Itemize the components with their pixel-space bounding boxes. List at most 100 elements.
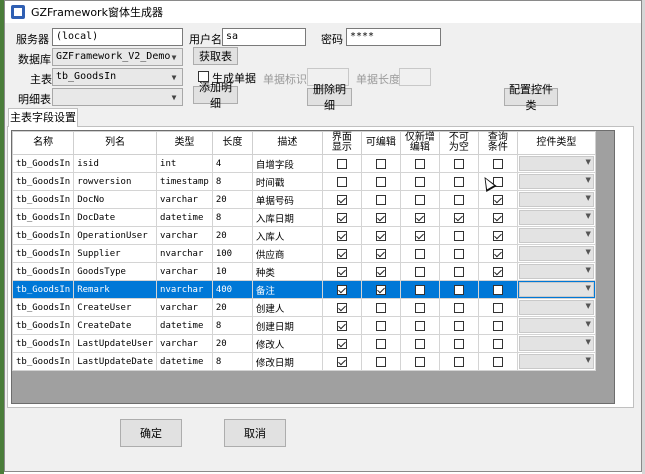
cell-name[interactable]: tb_GoodsIn [12,316,75,335]
cell-desc[interactable]: 时间戳 [251,172,323,191]
checked-checkbox[interactable] [375,284,386,295]
grid-header-cell[interactable]: 仅新增 编辑 [399,131,440,155]
checked-checkbox[interactable] [336,212,347,223]
cell-type[interactable]: nvarchar [156,280,213,299]
unchecked-checkbox[interactable] [414,356,425,367]
cell-col[interactable]: LastUpdateDate [73,352,158,371]
cell-len[interactable]: 20 [211,334,253,353]
control-type-select[interactable]: ▼ [518,156,594,171]
cell-len[interactable]: 20 [211,190,253,209]
get-table-button[interactable]: 获取表 [193,47,238,65]
unchecked-checkbox[interactable] [492,338,503,349]
table-row[interactable]: tb_GoodsIn LastUpdateDate datetime 8 修改日期 ▼ [12,352,596,371]
cell-name[interactable]: tb_GoodsIn [12,352,75,371]
server-input[interactable]: (local) [52,28,183,46]
config-control-button[interactable]: 配置控件类 [504,83,558,112]
control-type-select[interactable]: ▼ [518,192,594,207]
cell-col[interactable]: DocNo [73,190,158,209]
cell-col[interactable]: isid [73,154,158,173]
checked-checkbox[interactable] [336,302,347,313]
cell-col[interactable]: LastUpdateUser [73,334,158,353]
checked-checkbox[interactable] [336,266,347,277]
checked-checkbox[interactable] [336,338,347,349]
unchecked-checkbox[interactable] [453,176,464,187]
cell-len[interactable]: 4 [211,154,253,173]
cell-name[interactable]: tb_GoodsIn [12,244,75,263]
unchecked-checkbox[interactable] [453,356,464,367]
checked-checkbox[interactable] [375,248,386,259]
unchecked-checkbox[interactable] [414,320,425,331]
cell-desc[interactable]: 自增字段 [251,154,323,173]
control-type-select[interactable]: ▼ [518,264,594,279]
cell-col[interactable]: Remark [73,280,158,299]
unchecked-checkbox[interactable] [492,356,503,367]
cell-col[interactable]: DocDate [73,208,158,227]
checked-checkbox[interactable] [375,230,386,241]
grid-header-cell[interactable]: 查询 条件 [477,131,518,155]
unchecked-checkbox[interactable] [492,302,503,313]
checked-checkbox[interactable] [336,284,347,295]
cell-desc[interactable]: 种类 [251,262,323,281]
unchecked-checkbox[interactable] [414,248,425,259]
cell-len[interactable]: 20 [211,298,253,317]
control-type-select[interactable]: ▼ [518,354,594,369]
main-table-select[interactable]: tb_GoodsIn ▼ [52,68,183,86]
unchecked-checkbox[interactable] [414,194,425,205]
cell-name[interactable]: tb_GoodsIn [12,334,75,353]
table-row[interactable]: tb_GoodsIn isid int 4 自增字段 ▼ [12,154,596,173]
unchecked-checkbox[interactable] [453,284,464,295]
table-row[interactable]: tb_GoodsIn OperationUser varchar 20 入库人 ▼ [12,226,596,245]
cell-len[interactable]: 20 [211,226,253,245]
cell-desc[interactable]: 供应商 [251,244,323,263]
unchecked-checkbox[interactable] [453,338,464,349]
add-detail-button[interactable]: 添加明细 [193,81,238,110]
delete-detail-button[interactable]: 删除明细 [307,83,352,112]
control-type-select[interactable]: ▼ [518,300,594,315]
checked-checkbox[interactable] [336,194,347,205]
grid-header-cell[interactable]: 界面 显示 [321,131,362,155]
tab-main-field-settings[interactable]: 主表字段设置 [8,108,78,127]
cell-col[interactable]: Supplier [73,244,158,263]
cell-len[interactable]: 8 [211,352,253,371]
control-type-select[interactable]: ▼ [518,174,594,189]
control-type-select[interactable]: ▼ [518,228,594,243]
unchecked-checkbox[interactable] [453,230,464,241]
cell-name[interactable]: tb_GoodsIn [12,298,75,317]
checked-checkbox[interactable] [336,356,347,367]
unchecked-checkbox[interactable] [453,248,464,259]
cell-name[interactable]: tb_GoodsIn [12,190,75,209]
cell-type[interactable]: int [156,154,213,173]
unchecked-checkbox[interactable] [492,158,503,169]
control-type-select[interactable]: ▼ [518,336,594,351]
checked-checkbox[interactable] [375,266,386,277]
grid-header-cell[interactable]: 控件类型 [516,131,596,155]
checked-checkbox[interactable] [336,230,347,241]
checked-checkbox[interactable] [492,230,503,241]
cell-desc[interactable]: 入库人 [251,226,323,245]
cell-type[interactable]: varchar [156,298,213,317]
cell-type[interactable]: datetime [156,208,213,227]
checked-checkbox[interactable] [375,212,386,223]
cell-name[interactable]: tb_GoodsIn [12,226,75,245]
cell-col[interactable]: rowversion [73,172,158,191]
checked-checkbox[interactable] [414,230,425,241]
cell-col[interactable]: GoodsType [73,262,158,281]
cell-len[interactable]: 8 [211,208,253,227]
cell-name[interactable]: tb_GoodsIn [12,208,75,227]
control-type-select[interactable]: ▼ [518,318,594,333]
cell-type[interactable]: timestamp [156,172,213,191]
unchecked-checkbox[interactable] [414,338,425,349]
grid-header-cell[interactable]: 列名 [73,131,158,155]
control-type-select[interactable]: ▼ [518,246,594,261]
cell-type[interactable]: nvarchar [156,244,213,263]
unchecked-checkbox[interactable] [375,176,386,187]
grid-header-cell[interactable]: 长度 [211,131,253,155]
cell-type[interactable]: varchar [156,226,213,245]
cell-col[interactable]: CreateUser [73,298,158,317]
unchecked-checkbox[interactable] [414,302,425,313]
cell-desc[interactable]: 修改日期 [251,352,323,371]
unchecked-checkbox[interactable] [414,266,425,277]
table-row[interactable]: tb_GoodsIn CreateDate datetime 8 创建日期 ▼ [12,316,596,335]
unchecked-checkbox[interactable] [336,176,347,187]
table-row[interactable]: tb_GoodsIn rowversion timestamp 8 时间戳 ▼ [12,172,596,191]
